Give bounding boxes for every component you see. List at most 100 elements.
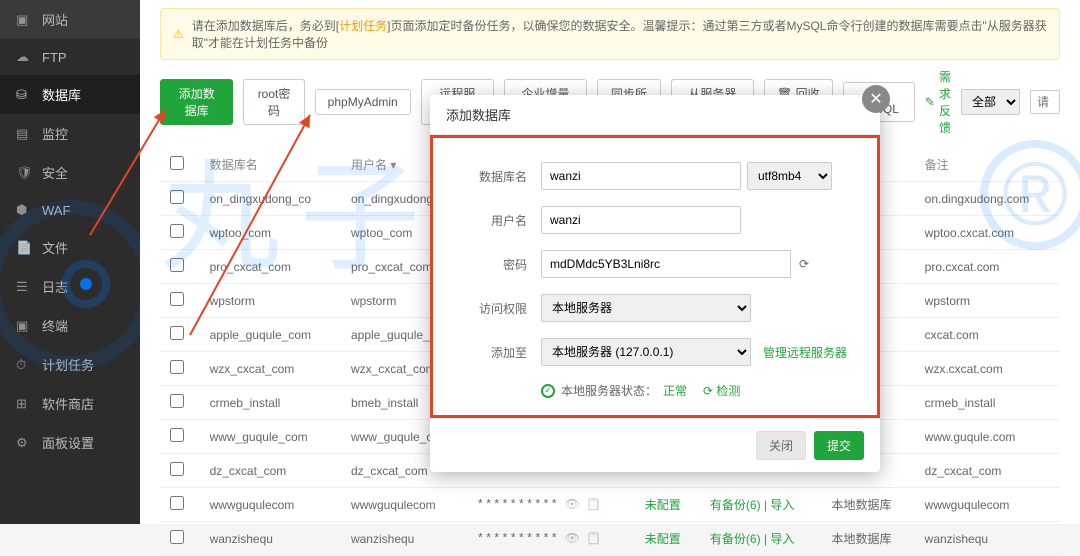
- edit-icon: ✎: [925, 95, 935, 109]
- add-database-modal: ✕ 添加数据库 数据库名 utf8mb4 用户名 密码 ⟳ 访问权限 本地服务器…: [430, 95, 880, 472]
- cell-note: on.dingxudong.com: [915, 182, 1060, 216]
- manage-remote-link[interactable]: 管理远程服务器: [763, 344, 847, 361]
- cell-quota[interactable]: 未配置: [635, 522, 700, 556]
- sidebar-item-monitor[interactable]: ▤监控: [0, 114, 140, 153]
- warning-icon: ⚠: [173, 27, 184, 41]
- cell-name[interactable]: apple_guqule_com: [200, 318, 341, 352]
- row-checkbox[interactable]: [170, 224, 184, 238]
- cell-user: wwwguqulecom: [341, 488, 467, 522]
- addto-select[interactable]: 本地服务器 (127.0.0.1): [541, 338, 751, 366]
- cell-backup[interactable]: 有备份(6) | 导入: [700, 522, 822, 556]
- cell-name[interactable]: crmeb_install: [200, 386, 341, 420]
- refresh-password-icon[interactable]: ⟳: [799, 257, 809, 271]
- copy-icon[interactable]: 📋: [586, 497, 601, 511]
- folder-icon: 📄: [16, 240, 32, 256]
- cancel-button[interactable]: 关闭: [756, 431, 806, 460]
- cell-name[interactable]: wpstorm: [200, 284, 341, 318]
- select-all-checkbox[interactable]: [170, 156, 184, 170]
- alert-banner: ⚠ 请在添加数据库后，务必到[计划任务]页面添加定时备份任务，以确保您的数据安全…: [160, 8, 1060, 60]
- modal-title: 添加数据库: [430, 95, 880, 135]
- cell-name[interactable]: wptoo_com: [200, 216, 341, 250]
- row-checkbox[interactable]: [170, 530, 184, 544]
- cell-password: **********👁📋: [467, 522, 635, 556]
- database-icon: ⛁: [16, 87, 32, 103]
- cell-quota[interactable]: 未配置: [635, 488, 700, 522]
- cell-note: dz_cxcat_com: [915, 454, 1060, 488]
- sidebar-item-database[interactable]: ⛁数据库: [0, 75, 140, 114]
- cell-name[interactable]: www_guqule_com: [200, 420, 341, 454]
- table-row: wwwguqulecom wwwguqulecom **********👁📋 未…: [160, 488, 1060, 522]
- access-select[interactable]: 本地服务器: [541, 294, 751, 322]
- row-checkbox[interactable]: [170, 258, 184, 272]
- charset-select[interactable]: utf8mb4: [747, 162, 832, 190]
- eye-icon[interactable]: 👁: [565, 497, 580, 511]
- cell-note: wptoo.cxcat.com: [915, 216, 1060, 250]
- label-access: 访问权限: [461, 300, 541, 317]
- recheck-link[interactable]: ⟳ 检测: [703, 382, 740, 399]
- cell-note: wanzishequ: [915, 522, 1060, 556]
- phpmyadmin-button[interactable]: phpMyAdmin: [315, 89, 411, 115]
- row-checkbox[interactable]: [170, 360, 184, 374]
- sidebar-item-files[interactable]: 📄文件: [0, 228, 140, 267]
- cell-name[interactable]: on_dingxudong_co: [200, 182, 341, 216]
- cell-user: wanzishequ: [341, 522, 467, 556]
- password-input[interactable]: [541, 250, 791, 278]
- row-checkbox[interactable]: [170, 428, 184, 442]
- sidebar-item-security[interactable]: 🛡安全: [0, 153, 140, 192]
- cell-note: www.guqule.com: [915, 420, 1060, 454]
- table-row: wanzishequ wanzishequ **********👁📋 未配置 有…: [160, 522, 1060, 556]
- ftp-icon: ☁: [16, 49, 32, 65]
- sidebar-item-settings[interactable]: ⚙面板设置: [0, 423, 140, 462]
- label-password: 密码: [461, 256, 541, 273]
- cell-location: 本地数据库: [822, 488, 915, 522]
- cell-note: wpstorm: [915, 284, 1060, 318]
- cell-note: pro.cxcat.com: [915, 250, 1060, 284]
- log-icon: ☰: [16, 279, 32, 295]
- root-password-button[interactable]: root密码: [243, 79, 304, 125]
- sidebar-item-cron[interactable]: ⏱计划任务: [0, 345, 140, 384]
- dbname-input[interactable]: [541, 162, 741, 190]
- sidebar-item-store[interactable]: ⊞软件商店: [0, 384, 140, 423]
- cell-note: crmeb_install: [915, 386, 1060, 420]
- gear-icon: ⚙: [16, 435, 32, 451]
- cell-note: wzx.cxcat.com: [915, 352, 1060, 386]
- cell-name[interactable]: pro_cxcat_com: [200, 250, 341, 284]
- search-input[interactable]: [1030, 90, 1060, 114]
- terminal-icon: ▣: [16, 318, 32, 334]
- cell-location: 本地数据库: [822, 522, 915, 556]
- waf-icon: ⬢: [16, 202, 32, 218]
- col-name[interactable]: 数据库名: [200, 148, 341, 182]
- clock-icon: ⏱: [16, 357, 32, 373]
- modal-close-button[interactable]: ✕: [862, 85, 890, 113]
- col-note: 备注: [915, 148, 1060, 182]
- cell-note: wwwguqulecom: [915, 488, 1060, 522]
- cell-backup[interactable]: 有备份(6) | 导入: [700, 488, 822, 522]
- row-checkbox[interactable]: [170, 496, 184, 510]
- label-addto: 添加至: [461, 344, 541, 361]
- status-check-icon: ✓: [541, 384, 555, 398]
- row-checkbox[interactable]: [170, 462, 184, 476]
- sidebar-item-website[interactable]: ▣网站: [0, 0, 140, 39]
- row-checkbox[interactable]: [170, 292, 184, 306]
- cell-name[interactable]: wanzishequ: [200, 522, 341, 556]
- sidebar-item-ftp[interactable]: ☁FTP: [0, 39, 140, 75]
- copy-icon[interactable]: 📋: [586, 531, 601, 545]
- alert-cron-link[interactable]: 计划任务: [339, 19, 387, 33]
- add-database-button[interactable]: 添加数据库: [160, 79, 233, 125]
- cell-name[interactable]: dz_cxcat_com: [200, 454, 341, 488]
- row-checkbox[interactable]: [170, 394, 184, 408]
- filter-select[interactable]: 全部: [961, 89, 1020, 115]
- cell-name[interactable]: wwwguqulecom: [200, 488, 341, 522]
- sidebar-item-waf[interactable]: ⬢WAF: [0, 192, 140, 228]
- sidebar-item-logs[interactable]: ☰日志: [0, 267, 140, 306]
- eye-icon[interactable]: 👁: [565, 531, 580, 545]
- cell-name[interactable]: wzx_cxcat_com: [200, 352, 341, 386]
- feedback-link[interactable]: ✎需求反馈: [925, 68, 951, 136]
- submit-button[interactable]: 提交: [814, 431, 864, 460]
- row-checkbox[interactable]: [170, 190, 184, 204]
- row-checkbox[interactable]: [170, 326, 184, 340]
- sidebar: ▣网站 ☁FTP ⛁数据库 ▤监控 🛡安全 ⬢WAF 📄文件 ☰日志 ▣终端 ⏱…: [0, 0, 140, 524]
- username-input[interactable]: [541, 206, 741, 234]
- sidebar-item-terminal[interactable]: ▣终端: [0, 306, 140, 345]
- server-status: ✓ 本地服务器状态： 正常 ⟳ 检测: [461, 382, 849, 399]
